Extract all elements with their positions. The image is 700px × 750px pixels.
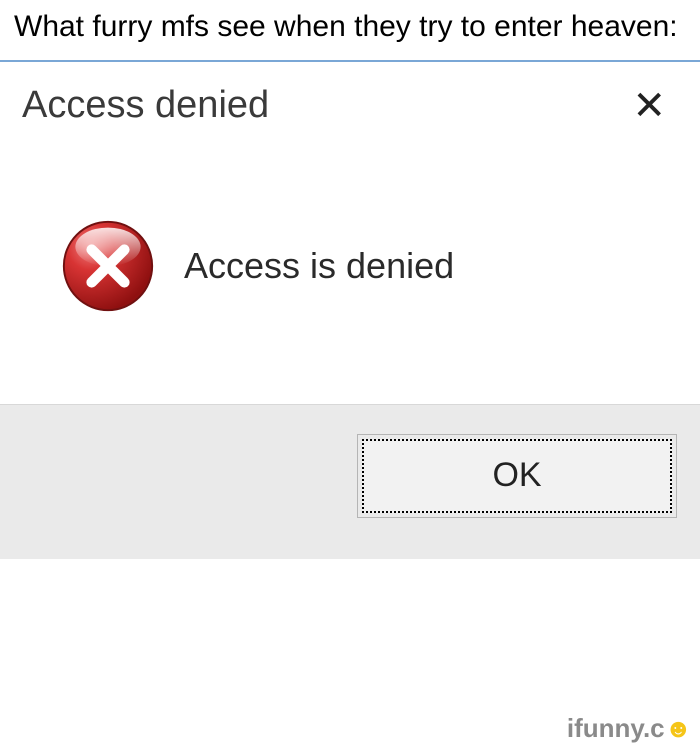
watermark-text: ifunny.c xyxy=(567,713,665,743)
dialog-button-bar: OK xyxy=(0,404,700,559)
meme-caption: What furry mfs see when they try to ente… xyxy=(0,0,700,56)
close-icon[interactable]: ✕ xyxy=(626,84,672,128)
dialog-title: Access denied xyxy=(22,84,269,127)
dialog-titlebar: Access denied ✕ xyxy=(0,62,700,138)
watermark: ifunny.c☻ xyxy=(567,713,692,744)
dialog-message: Access is denied xyxy=(184,245,454,287)
error-icon xyxy=(60,218,156,314)
watermark-smiley-icon: ☻ xyxy=(665,713,692,743)
dialog-body: Access is denied xyxy=(0,138,700,404)
error-dialog: Access denied ✕ xyxy=(0,62,700,559)
ok-button[interactable]: OK xyxy=(362,439,672,513)
